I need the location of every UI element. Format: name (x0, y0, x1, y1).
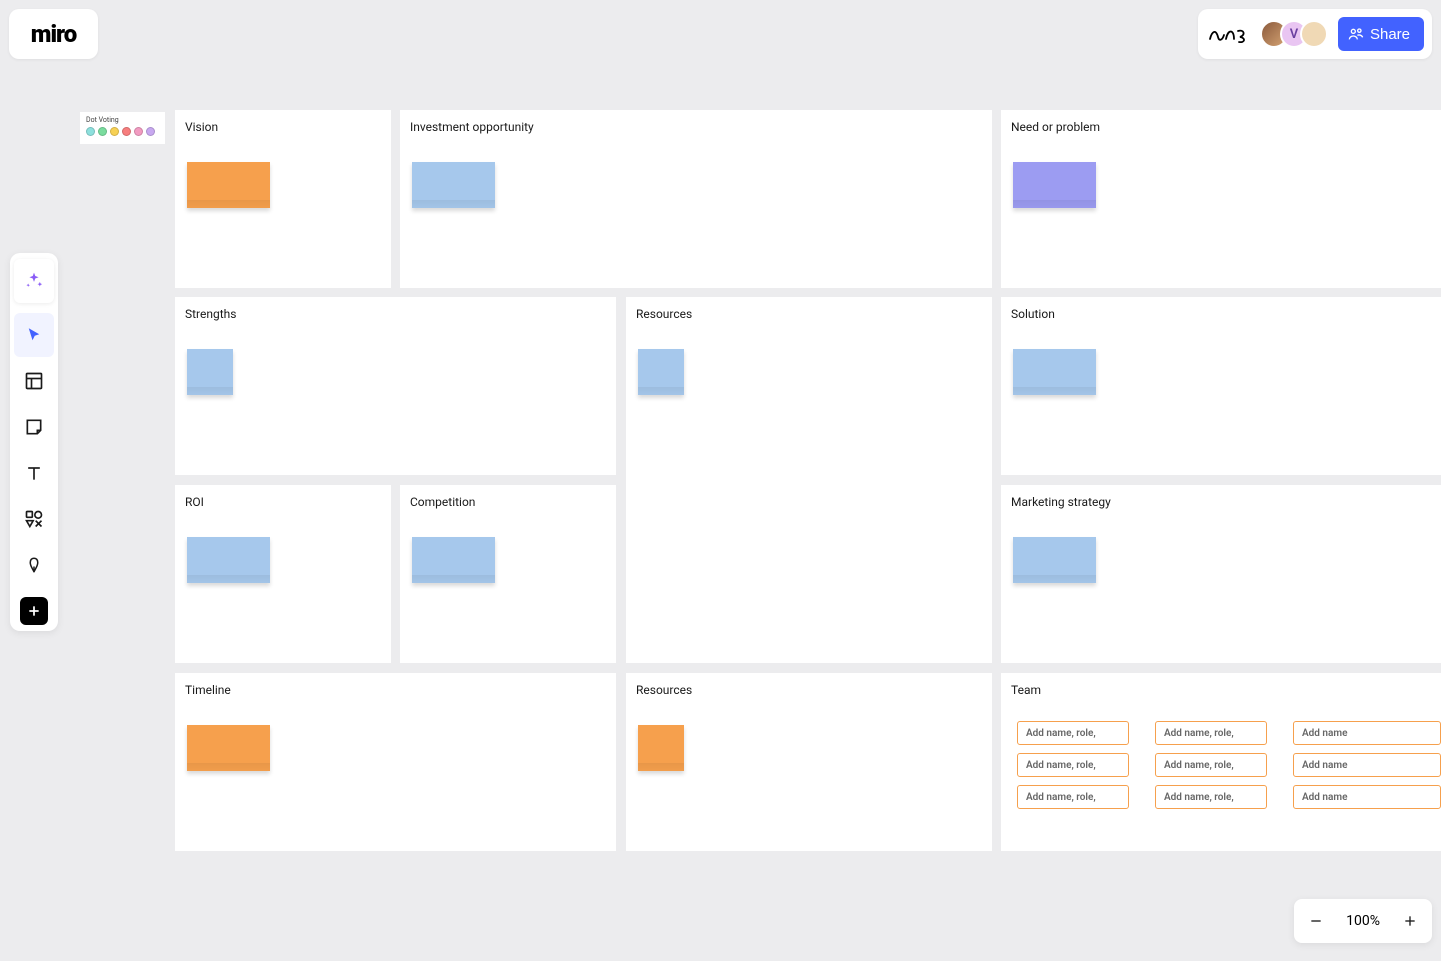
sticky-note-blue[interactable] (187, 537, 270, 583)
sticky-note-orange[interactable] (187, 162, 270, 208)
panel-solution[interactable]: Solution (1001, 297, 1441, 475)
shapes-tool[interactable] (14, 497, 54, 541)
panel-team[interactable]: Team Add name, role, Add name, role, Add… (1001, 673, 1441, 851)
panel-investment-title: Investment opportunity (400, 110, 992, 134)
zoom-in-button[interactable] (1394, 905, 1426, 937)
sticky-note-purple[interactable] (1013, 162, 1096, 208)
team-member-input[interactable]: Add name, role, (1155, 753, 1267, 777)
sticky-note-blue[interactable] (1013, 537, 1096, 583)
avatar[interactable] (1300, 20, 1328, 48)
panel-strengths[interactable]: Strengths (175, 297, 616, 475)
share-button[interactable]: Share (1338, 17, 1424, 51)
team-member-input[interactable]: Add name, role, (1017, 785, 1129, 809)
add-more-tool[interactable] (20, 597, 48, 625)
collaborator-avatars[interactable]: V (1260, 20, 1328, 48)
team-member-input[interactable]: Add name (1293, 753, 1441, 777)
sticky-note-blue[interactable] (1013, 349, 1096, 395)
voting-dot[interactable] (134, 127, 143, 136)
panel-marketing-title: Marketing strategy (1001, 485, 1441, 509)
zoom-out-button[interactable] (1300, 905, 1332, 937)
panel-need[interactable]: Need or problem (1001, 110, 1441, 288)
dot-voting-title: Dot Voting (86, 116, 159, 124)
sticky-note-blue[interactable] (412, 537, 495, 583)
voting-dot[interactable] (122, 127, 131, 136)
panel-roi[interactable]: ROI (175, 485, 391, 663)
panel-need-title: Need or problem (1001, 110, 1441, 134)
panel-resources-2[interactable]: Resources (626, 673, 992, 851)
voting-dot[interactable] (98, 127, 107, 136)
sticky-note-blue[interactable] (412, 162, 495, 208)
panel-resources-1[interactable]: Resources (626, 297, 992, 663)
panel-investment[interactable]: Investment opportunity (400, 110, 992, 288)
sticky-note-blue[interactable] (187, 349, 233, 395)
voting-dot[interactable] (110, 127, 119, 136)
team-member-input[interactable]: Add name, role, (1155, 785, 1267, 809)
panel-vision-title: Vision (175, 110, 391, 134)
people-icon (1348, 26, 1364, 42)
voting-dot[interactable] (146, 127, 155, 136)
panel-team-title: Team (1001, 673, 1441, 697)
team-member-input[interactable]: Add name (1293, 785, 1441, 809)
canvas[interactable]: Dot Voting Vision Investment opportunity… (0, 0, 1441, 961)
ai-tool[interactable] (14, 259, 54, 303)
panel-marketing[interactable]: Marketing strategy (1001, 485, 1441, 663)
zoom-control: 100% (1294, 899, 1432, 943)
dot-voting-widget[interactable]: Dot Voting (80, 112, 165, 144)
voting-dot[interactable] (86, 127, 95, 136)
sticky-note-tool[interactable] (14, 405, 54, 449)
text-tool[interactable] (14, 451, 54, 495)
topbar: V Share (1198, 9, 1432, 59)
logo[interactable]: miro (9, 9, 98, 59)
panel-vision[interactable]: Vision (175, 110, 391, 288)
sticky-note-orange[interactable] (187, 725, 270, 771)
team-member-input[interactable]: Add name, role, (1155, 721, 1267, 745)
select-tool[interactable] (14, 313, 54, 357)
panel-competition-title: Competition (400, 485, 616, 509)
sticky-note-orange[interactable] (638, 725, 684, 771)
pen-tool[interactable] (14, 543, 54, 587)
panel-resources-1-title: Resources (626, 297, 992, 321)
reactions-icon[interactable] (1206, 21, 1250, 47)
panel-resources-2-title: Resources (626, 673, 992, 697)
panel-roi-title: ROI (175, 485, 391, 509)
team-member-input[interactable]: Add name, role, (1017, 753, 1129, 777)
logo-text: miro (31, 20, 76, 48)
panel-timeline[interactable]: Timeline (175, 673, 616, 851)
panel-solution-title: Solution (1001, 297, 1441, 321)
templates-tool[interactable] (14, 359, 54, 403)
panel-competition[interactable]: Competition (400, 485, 616, 663)
team-member-input[interactable]: Add name, role, (1017, 721, 1129, 745)
panel-strengths-title: Strengths (175, 297, 616, 321)
zoom-level[interactable]: 100% (1338, 913, 1388, 929)
share-label: Share (1370, 26, 1410, 43)
panel-timeline-title: Timeline (175, 673, 616, 697)
team-member-input[interactable]: Add name (1293, 721, 1441, 745)
left-toolbar (10, 253, 58, 631)
sticky-note-blue[interactable] (638, 349, 684, 395)
